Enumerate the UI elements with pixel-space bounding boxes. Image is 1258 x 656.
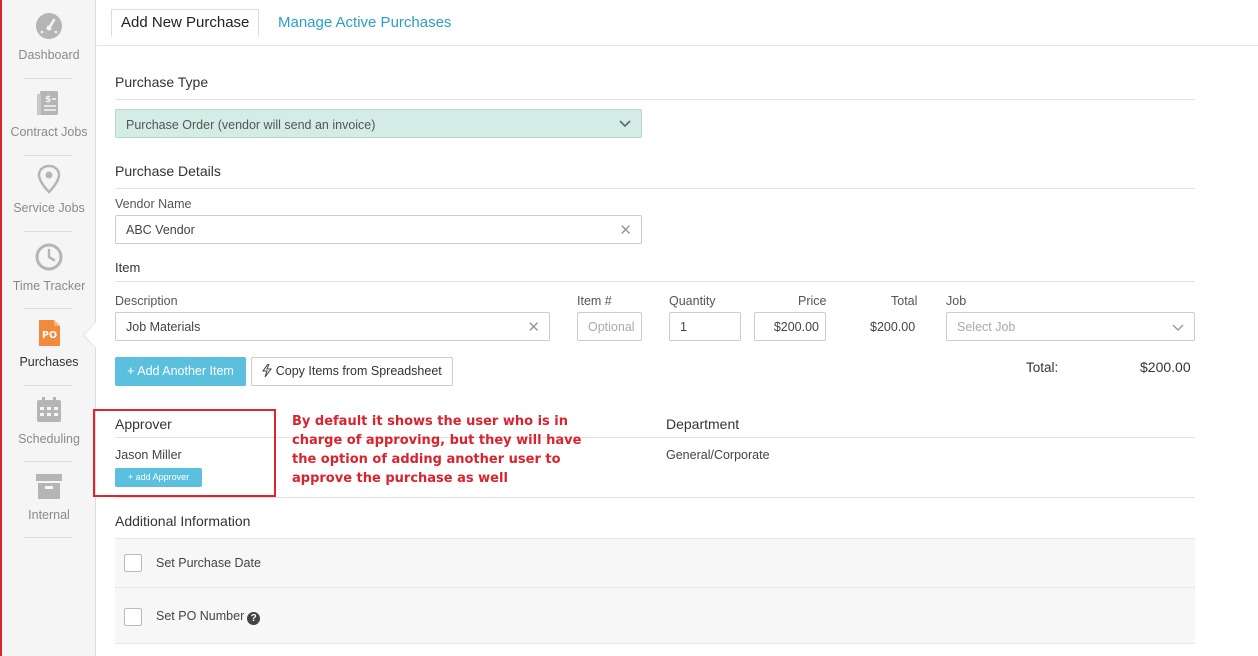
lightning-icon [262,364,273,377]
sidebar-item-time-tracker[interactable]: Time Tracker [2,242,96,293]
purchase-type-title: Purchase Type [115,74,209,90]
description-input[interactable]: Job Materials ✕ [115,312,550,341]
item-number-header: Item # [577,294,612,308]
line-total: $200.00 [870,320,916,334]
sidebar-item-label: Purchases [19,355,79,369]
po-icon: PO [39,320,60,346]
divider [115,497,1195,498]
po-number-label: Set PO Number? [156,609,261,625]
svg-text:PO: PO [42,330,57,341]
svg-text:$: $ [45,95,51,105]
top-tabs: Add New Purchase Manage Active Purchases [97,0,1258,46]
sidebar-item-internal[interactable]: Internal [2,471,96,522]
total-header: Total [891,294,918,308]
nav-divider [24,461,72,462]
active-indicator [84,322,96,348]
vendor-name-label: Vendor Name [115,197,192,211]
nav-divider [24,78,72,79]
job-placeholder: Select Job [957,320,1016,334]
item-title: Item [115,260,141,275]
job-select[interactable]: Select Job [946,312,1195,341]
item-number-placeholder: Optional [588,320,635,334]
sidebar-item-label: Service Jobs [13,201,85,215]
help-icon[interactable]: ? [247,612,261,625]
purchase-date-label: Set Purchase Date [156,556,261,570]
department-value: General/Corporate [666,448,770,462]
copy-from-spreadsheet-button[interactable]: Copy Items from Spreadsheet [251,357,453,386]
sidebar-item-label: Internal [28,508,70,522]
description-value: Job Materials [126,320,201,334]
divider [115,99,1195,100]
nav-divider [24,385,72,386]
sidebar-item-label: Scheduling [18,432,80,446]
clear-icon[interactable]: ✕ [619,221,632,239]
nav-divider [24,155,72,156]
sidebar-item-scheduling[interactable]: Scheduling [2,395,96,446]
divider [115,188,1195,189]
purchase-type-select[interactable]: Purchase Order (vendor will send an invo… [115,109,642,138]
item-number-input[interactable]: Optional [577,312,642,341]
nav-divider [24,231,72,232]
price-header: Price [798,294,827,308]
contract-icon: $ [37,91,58,115]
job-header: Job [946,294,967,308]
total-label: Total: [1026,360,1059,375]
sidebar-item-label: Time Tracker [12,279,86,293]
quantity-value: 1 [680,320,687,334]
po-number-checkbox[interactable] [124,608,142,626]
sidebar-item-label: Dashboard [18,48,80,62]
clear-icon[interactable]: ✕ [527,318,540,336]
dashboard-icon [36,13,62,39]
chevron-down-icon [1172,324,1184,331]
tab-add-new-purchase[interactable]: Add New Purchase [111,9,260,37]
quantity-input[interactable]: 1 [669,312,741,341]
purchase-date-checkbox[interactable] [124,554,142,572]
po-number-label-text: Set PO Number [156,609,245,623]
sidebar-item-dashboard[interactable]: Dashboard [2,11,96,62]
sidebar-item-purchases[interactable]: PO Purchases [2,318,96,369]
purchase-details-title: Purchase Details [115,163,221,179]
purchase-type-value: Purchase Order (vendor will send an invo… [126,118,376,132]
calendar-icon [37,397,61,422]
sidebar-item-contract-jobs[interactable]: $ Contract Jobs [2,88,96,139]
description-header: Description [115,294,178,308]
sidebar-item-service-jobs[interactable]: Service Jobs [2,164,96,215]
chevron-down-icon [619,120,631,128]
nav-divider [24,308,72,309]
quantity-header: Quantity [669,294,716,308]
total-value: $200.00 [1140,359,1191,375]
price-value: $200.00 [773,320,819,334]
nav-divider [24,537,72,538]
divider [115,281,1195,282]
annotation-highlight-box [93,409,276,497]
purchase-date-row: Set Purchase Date [115,538,1195,587]
sidebar-item-label: Contract Jobs [10,125,88,139]
clock-icon [35,243,63,271]
copy-button-label: Copy Items from Spreadsheet [275,364,442,378]
archive-box-icon [36,474,62,499]
divider [115,437,1195,438]
po-number-row: Set PO Number? [115,587,1195,644]
vendor-name-input[interactable]: ABC Vendor ✕ [115,215,642,244]
additional-info-title: Additional Information [115,513,251,529]
sidebar: Dashboard $ Contract Jobs Service Jobs T… [2,0,96,656]
add-another-item-button[interactable]: + Add Another Item [115,357,246,386]
location-pin-icon [37,164,61,194]
price-input[interactable]: $200.00 [754,312,826,341]
tab-manage-active-purchases[interactable]: Manage Active Purchases [278,14,451,31]
vendor-name-value: ABC Vendor [126,223,195,237]
annotation-text: By default it shows the user who is in c… [292,414,582,486]
department-title: Department [666,416,740,432]
